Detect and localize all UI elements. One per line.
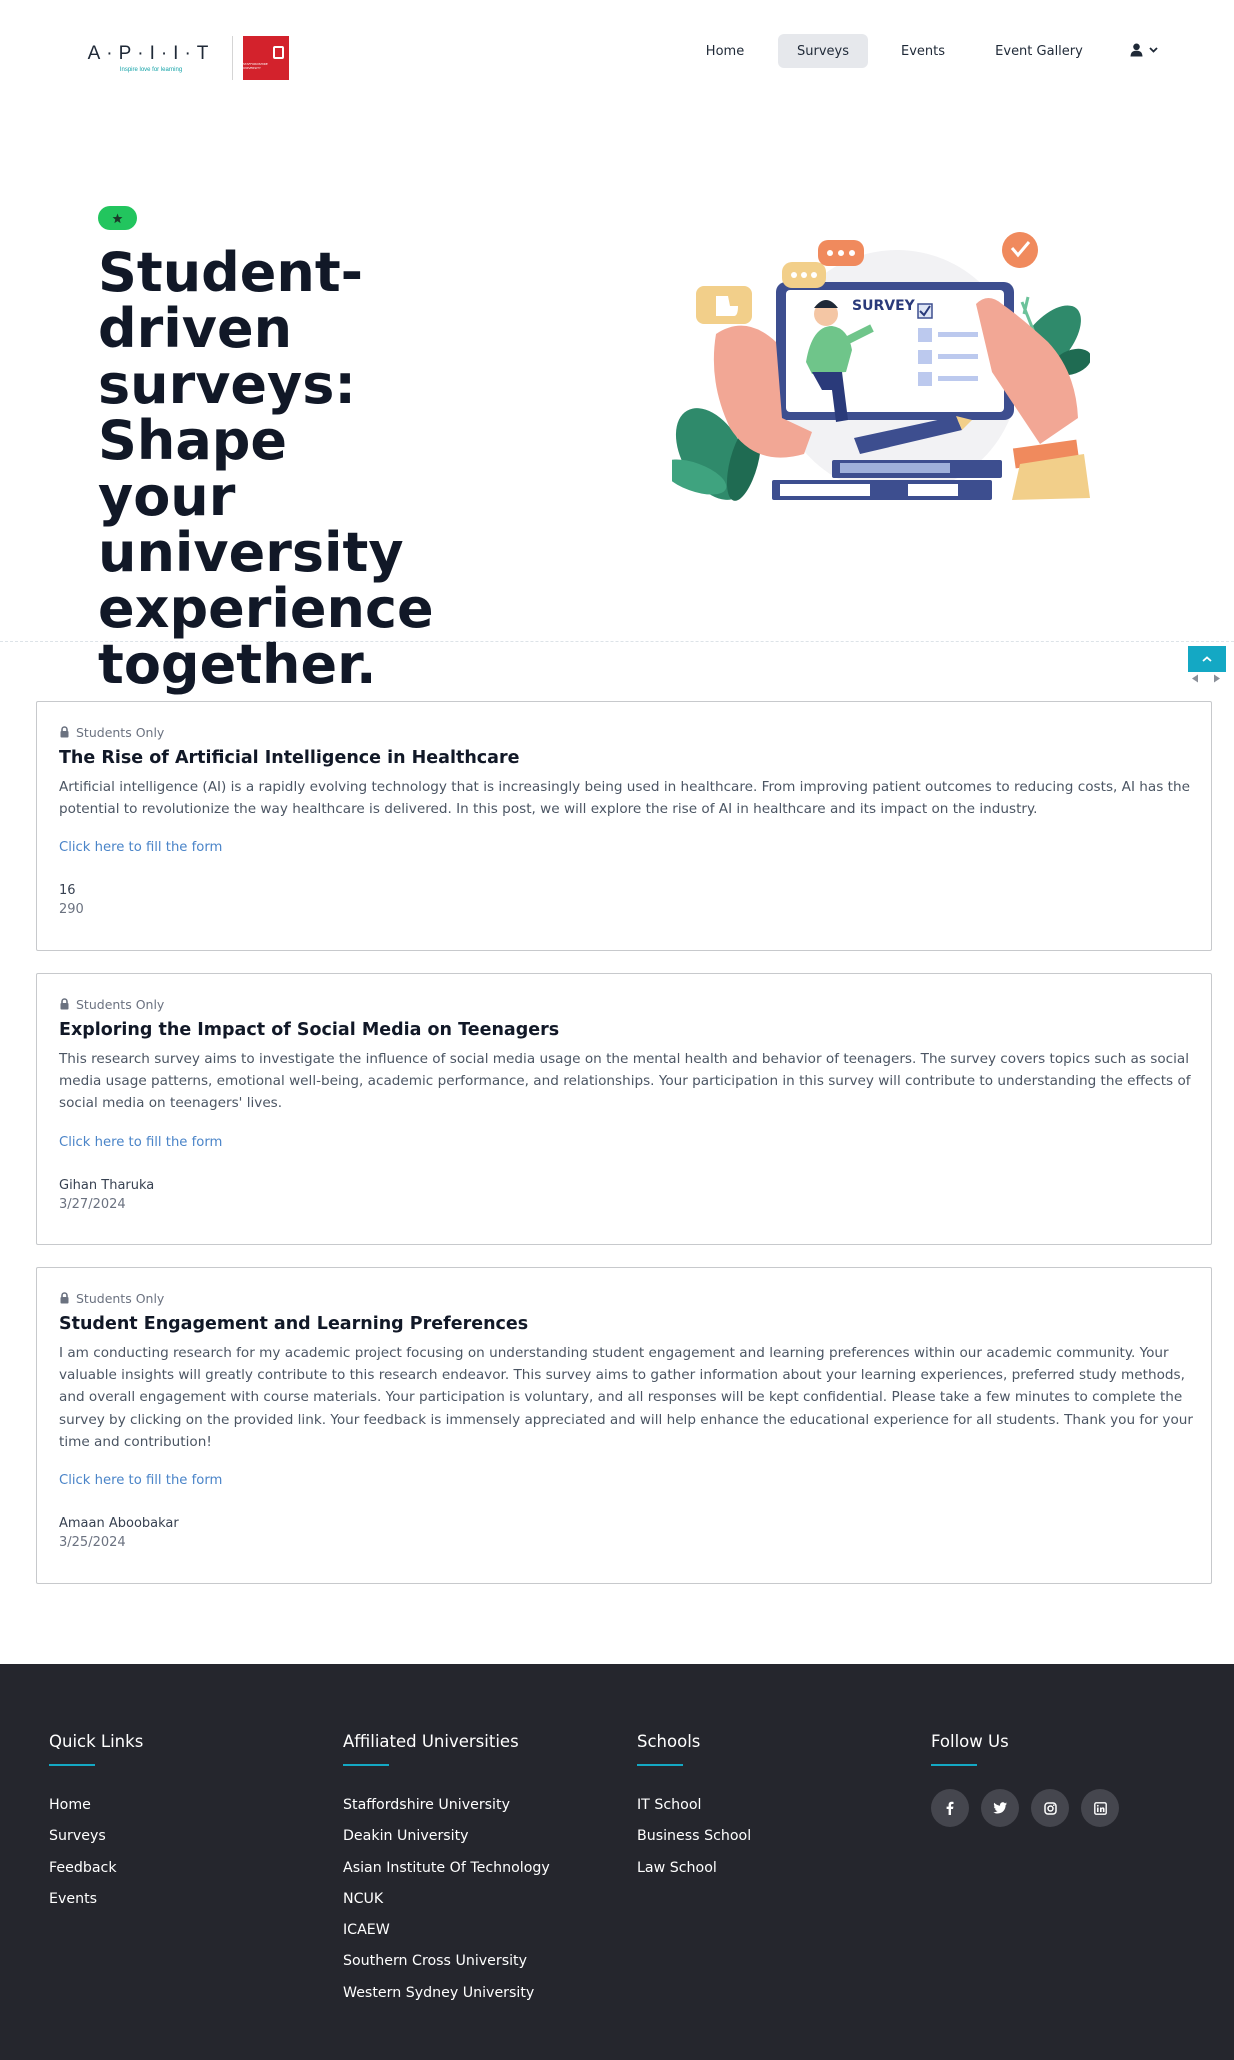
illustration-survey-label: SURVEY <box>852 298 916 314</box>
footer-link[interactable]: Home <box>49 1790 143 1821</box>
instagram-link[interactable] <box>1031 1789 1069 1827</box>
footer-link[interactable]: Feedback <box>49 1853 143 1884</box>
survey-description: This research survey aims to investigate… <box>59 1051 1191 1112</box>
access-label: Students Only <box>59 996 1189 1012</box>
footer-link[interactable]: NCUK <box>343 1884 550 1915</box>
heading-underline <box>49 1764 95 1766</box>
heading-underline <box>637 1764 683 1766</box>
page-title: Student-driven surveys: Shape your unive… <box>98 245 548 693</box>
nav-home[interactable]: Home <box>690 34 760 68</box>
title-line: experience <box>98 577 434 640</box>
staffordshire-wordmark: STAFFORDSHIRE UNIVERSITY <box>243 62 268 70</box>
survey-description: Artificial intelligence (AI) is a rapidl… <box>59 779 1190 818</box>
footer-heading: Affiliated Universities <box>343 1732 519 1751</box>
title-line: Student-driven <box>98 241 364 360</box>
section-divider <box>0 641 1234 642</box>
footer-link[interactable]: Western Sydney University <box>343 1978 550 2009</box>
lock-icon <box>60 998 69 1010</box>
survey-illustration: SURVEY <box>672 232 1090 501</box>
nav-event-gallery[interactable]: Event Gallery <box>984 34 1094 68</box>
heading-underline <box>931 1764 977 1766</box>
linkedin-link[interactable] <box>1081 1789 1119 1827</box>
star-icon <box>112 213 123 223</box>
footer-heading: Quick Links <box>49 1732 144 1751</box>
access-text: Students Only <box>76 1290 165 1306</box>
arrow-right-icon[interactable] <box>1213 674 1221 683</box>
footer-link-list: IT School Business School Law School <box>637 1790 751 1884</box>
access-label: Students Only <box>59 1290 1189 1306</box>
chevron-up-icon <box>1202 656 1212 662</box>
apiit-wordmark: A·P·I·I·T <box>87 43 215 64</box>
fill-form-link[interactable]: Click here to fill the form <box>59 1135 1189 1150</box>
footer-link[interactable]: Asian Institute Of Technology <box>343 1853 550 1884</box>
nav-events[interactable]: Events <box>884 34 962 68</box>
apiit-tagline: Inspire love for learning <box>119 67 183 73</box>
logo-divider <box>232 36 233 80</box>
footer-link[interactable]: Law School <box>637 1853 751 1884</box>
heading-underline <box>343 1764 389 1766</box>
arrow-left-icon[interactable] <box>1191 674 1199 683</box>
nav-surveys[interactable]: Surveys <box>778 34 868 68</box>
footer-link[interactable]: Business School <box>637 1821 751 1852</box>
user-menu[interactable] <box>1130 38 1170 62</box>
facebook-link[interactable] <box>931 1789 969 1827</box>
instagram-icon <box>1043 1801 1057 1815</box>
survey-title: Exploring the Impact of Social Media on … <box>59 1020 560 1040</box>
footer-follow: Follow Us <box>931 1730 1119 1827</box>
linkedin-icon <box>1093 1801 1107 1815</box>
survey-card: Students Only Exploring the Impact of So… <box>36 973 1212 1245</box>
access-text: Students Only <box>76 996 165 1012</box>
chevron-down-icon <box>1149 47 1158 53</box>
crest-icon <box>273 46 284 59</box>
lock-icon <box>60 1292 69 1304</box>
footer-link[interactable]: Staffordshire University <box>343 1790 550 1821</box>
survey-author: Amaan Aboobakar <box>59 1516 179 1532</box>
site-header: A·P·I·I·T Inspire love for learning STAF… <box>0 0 1234 104</box>
facebook-icon <box>946 1801 954 1815</box>
scroll-to-top-button[interactable] <box>1188 646 1226 672</box>
survey-title: Student Engagement and Learning Preferen… <box>59 1314 529 1334</box>
footer-heading: Follow Us <box>931 1732 1009 1751</box>
apiit-logo: A·P·I·I·T Inspire love for learning <box>80 26 222 90</box>
survey-title: The Rise of Artificial Intelligence in H… <box>59 748 520 768</box>
survey-date: 3/27/2024 <box>59 1196 126 1212</box>
lock-icon <box>60 726 69 738</box>
footer-link-list: Staffordshire University Deakin Universi… <box>343 1790 550 2009</box>
survey-card: Students Only The Rise of Artificial Int… <box>36 701 1212 951</box>
footer-link-list: Home Surveys Feedback Events <box>49 1790 143 1915</box>
fill-form-link[interactable]: Click here to fill the form <box>59 1473 1189 1488</box>
footer-universities: Affiliated Universities Staffordshire Un… <box>343 1730 550 2009</box>
site-footer: Quick Links Home Surveys Feedback Events… <box>0 1664 1234 2060</box>
survey-card: Students Only Student Engagement and Lea… <box>36 1267 1212 1584</box>
carousel-arrows <box>1191 672 1221 684</box>
footer-link[interactable]: Surveys <box>49 1821 143 1852</box>
survey-description: I am conducting research for my academic… <box>59 1345 1194 1450</box>
footer-link[interactable]: ICAEW <box>343 1915 550 1946</box>
footer-quick-links: Quick Links Home Surveys Feedback Events <box>49 1730 143 1915</box>
footer-schools: Schools IT School Business School Law Sc… <box>637 1730 751 1884</box>
hero-badge <box>98 206 137 230</box>
staffordshire-logo: STAFFORDSHIRE UNIVERSITY <box>243 36 289 80</box>
twitter-icon <box>993 1802 1007 1814</box>
twitter-link[interactable] <box>981 1789 1019 1827</box>
survey-author: 16 <box>59 883 76 899</box>
survey-author: Gihan Tharuka <box>59 1177 155 1193</box>
access-text: Students Only <box>76 724 165 740</box>
footer-link[interactable]: Deakin University <box>343 1821 550 1852</box>
survey-date: 3/25/2024 <box>59 1535 126 1551</box>
footer-link[interactable]: Events <box>49 1884 143 1915</box>
user-icon <box>1130 43 1143 57</box>
footer-link[interactable]: Southern Cross University <box>343 1946 550 1977</box>
social-links <box>931 1789 1119 1827</box>
footer-heading: Schools <box>637 1732 701 1751</box>
survey-date: 290 <box>59 902 84 918</box>
fill-form-link[interactable]: Click here to fill the form <box>59 840 1189 855</box>
title-line: your university <box>98 465 404 584</box>
site-logo[interactable]: A·P·I·I·T Inspire love for learning STAF… <box>80 18 296 98</box>
footer-link[interactable]: IT School <box>637 1790 751 1821</box>
access-label: Students Only <box>59 724 1189 740</box>
title-line: surveys: Shape <box>98 353 356 472</box>
title-line: together. <box>98 633 377 696</box>
